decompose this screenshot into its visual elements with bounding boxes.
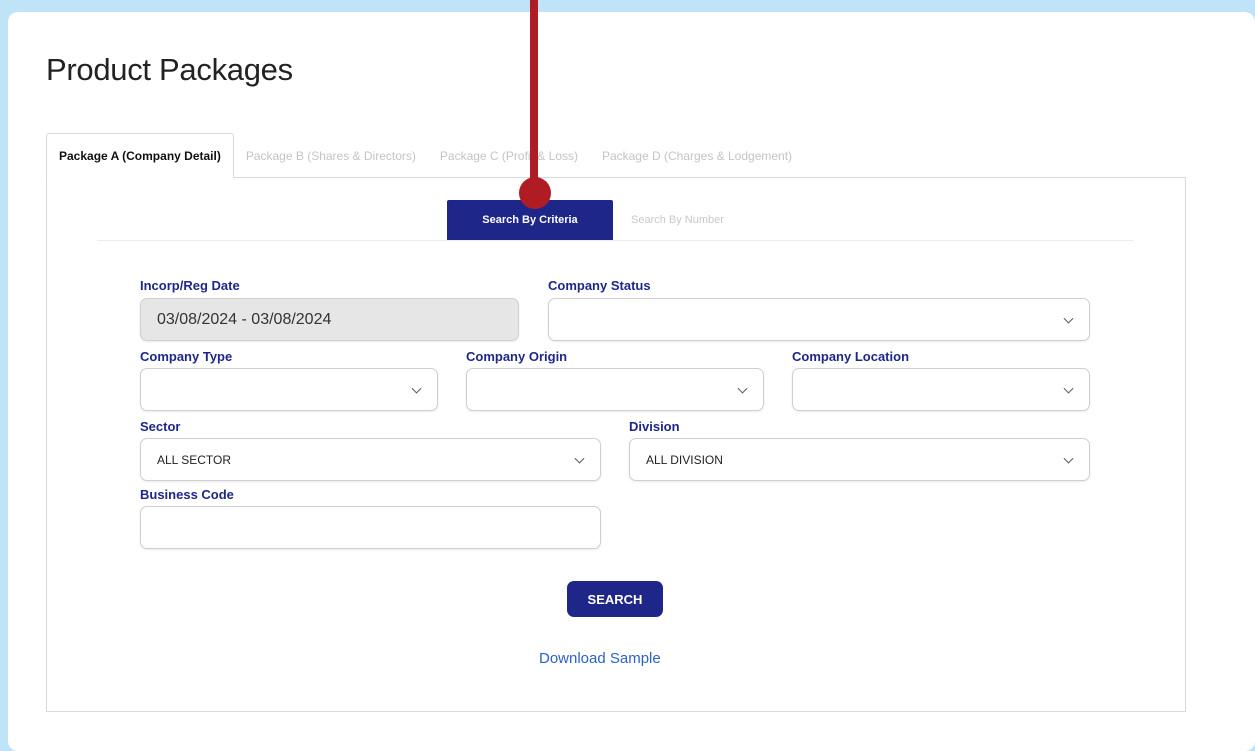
company-location-label: Company Location [792,349,910,364]
company-origin-label: Company Origin [466,349,568,364]
tab-package-b[interactable]: Package B (Shares & Directors) [234,133,428,178]
division-label: Division [629,419,680,434]
tab-package-c[interactable]: Package C (Profit & Loss) [428,133,590,178]
business-code-input[interactable] [140,506,601,549]
company-type-label: Company Type [140,349,233,364]
package-tabs: Package A (Company Detail) Package B (Sh… [46,133,804,178]
incorp-date-field[interactable]: 03/08/2024 - 03/08/2024 [140,298,519,341]
sector-select[interactable]: ALL SECTOR [140,438,601,481]
company-origin-select[interactable] [466,368,764,411]
sector-value: ALL SECTOR [157,452,232,467]
subtab-divider [97,240,1133,241]
chevron-down-icon [1063,313,1074,324]
annotation-pointer-dot [519,177,551,209]
chevron-down-icon [1063,383,1074,394]
page-title: Product Packages [46,52,293,87]
division-select[interactable]: ALL DIVISION [629,438,1090,481]
company-type-select[interactable] [140,368,438,411]
business-code-label: Business Code [140,487,234,502]
sector-label: Sector [140,419,181,434]
incorp-date-value: 03/08/2024 - 03/08/2024 [157,310,332,328]
annotation-pointer-line [530,0,538,188]
tab-package-a[interactable]: Package A (Company Detail) [46,133,234,178]
incorp-date-label: Incorp/Reg Date [140,278,240,293]
company-status-select[interactable] [548,298,1090,341]
tab-search-by-number[interactable]: Search By Number [613,200,742,240]
company-status-label: Company Status [548,278,651,293]
tab-package-d[interactable]: Package D (Charges & Lodgement) [590,133,804,178]
chevron-down-icon [411,383,422,394]
search-mode-tabs: Search By Criteria Search By Number [447,200,742,240]
chevron-down-icon [574,453,585,464]
download-sample-link[interactable]: Download Sample [539,650,661,667]
company-location-select[interactable] [792,368,1090,411]
search-button[interactable]: SEARCH [567,581,663,617]
chevron-down-icon [1063,453,1074,464]
division-value: ALL DIVISION [646,452,723,467]
chevron-down-icon [737,383,748,394]
